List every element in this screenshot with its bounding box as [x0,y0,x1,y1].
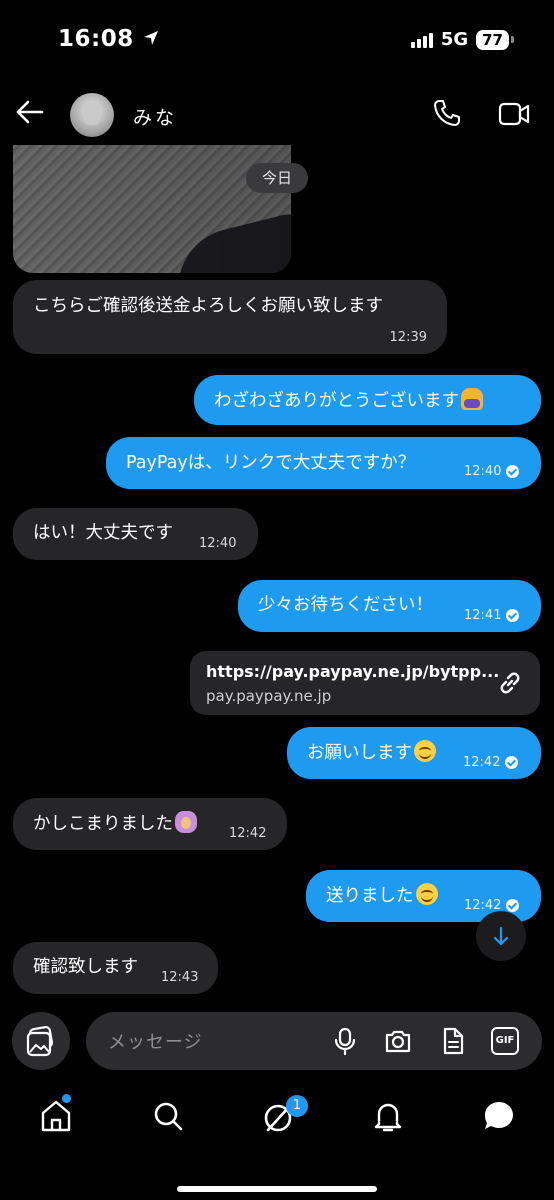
messages-icon[interactable] [481,1098,517,1134]
message-text: わざわざありがとうございます [214,388,483,413]
link-preview-card[interactable]: https://pay.paypay.ne.jp/bytpp... pay.pa… [190,651,540,715]
photo-message[interactable] [13,145,291,273]
scroll-to-bottom-button[interactable] [476,911,526,961]
message-time: 12:41 [464,604,520,628]
battery-icon: 77 [476,29,514,50]
read-check-icon [505,756,519,769]
woman-gesturing-ok-icon [175,811,197,833]
message-bubble[interactable]: こちらご確認後送金よろしくお願い致します 12:39 [13,280,447,354]
back-arrow-icon[interactable] [14,96,46,128]
message-bubble[interactable]: お願いします 12:42 [287,727,541,779]
message-text: はい！大丈夫です [33,523,173,543]
gallery-icon [26,1025,54,1057]
message-text: お願いします [307,740,436,765]
network-label: 5G [440,29,469,50]
message-bubble[interactable]: わざわざありがとうございます [194,375,541,425]
search-icon[interactable] [150,1098,186,1134]
date-divider: 今日 [246,163,308,193]
home-notification-dot [62,1094,71,1103]
notification-badge: 1 [286,1095,308,1117]
contact-name[interactable]: みな [133,103,177,130]
home-indicator [177,1186,377,1192]
message-text: 少々お待ちください！ [258,595,433,615]
message-time: 12:43 [161,970,199,985]
signal-icon [410,32,433,48]
battery-level: 77 [476,29,509,50]
bell-icon[interactable] [370,1098,406,1134]
message-bubble[interactable]: 少々お待ちください！ 12:41 [238,580,541,632]
avatar[interactable] [70,93,114,137]
location-arrow-icon [144,31,159,45]
microphone-icon[interactable] [330,1026,360,1056]
gif-button[interactable]: GIF [491,1027,519,1055]
message-bubble[interactable]: 確認致します 12:43 [13,942,218,994]
person-bowing-icon [461,388,483,410]
arrow-down-icon [493,926,509,946]
status-indicators: 5G 77 [410,29,514,50]
smiling-face-icon [414,740,436,762]
message-bubble[interactable]: かしこまりました 12:42 [13,798,287,850]
message-time: 12:42 [463,751,519,775]
message-text: かしこまりました [33,811,197,836]
home-icon[interactable] [38,1098,74,1134]
message-input-placeholder: メッセージ [108,1032,203,1053]
message-text: 送りました [326,883,438,908]
link-host: pay.paypay.ne.jp [206,687,332,705]
message-bubble[interactable]: PayPayは、リンクで大丈夫ですか？ 12:40 [106,437,541,489]
smiling-face-icon [415,883,438,905]
read-check-icon [506,465,520,478]
message-text: PayPayは、リンクで大丈夫ですか？ [126,453,416,473]
message-text: こちらご確認後送金よろしくお願い致します [33,296,383,316]
message-time: 12:42 [229,826,267,841]
read-check-icon [506,609,520,622]
message-time: 12:40 [199,536,237,551]
message-time: 12:40 [464,460,520,484]
link-url: https://pay.paypay.ne.jp/bytpp... [206,662,500,681]
status-time: 16:08 [58,26,160,52]
gallery-button[interactable] [12,1012,70,1070]
camera-icon[interactable] [383,1026,413,1056]
message-time: 12:39 [389,330,427,345]
phone-icon[interactable] [432,98,462,128]
message-text: 確認致します [33,957,138,977]
video-call-icon[interactable] [498,100,530,128]
link-icon[interactable] [496,669,524,697]
message-bubble[interactable]: はい！大丈夫です 12:40 [13,508,258,560]
document-icon[interactable] [438,1026,468,1056]
